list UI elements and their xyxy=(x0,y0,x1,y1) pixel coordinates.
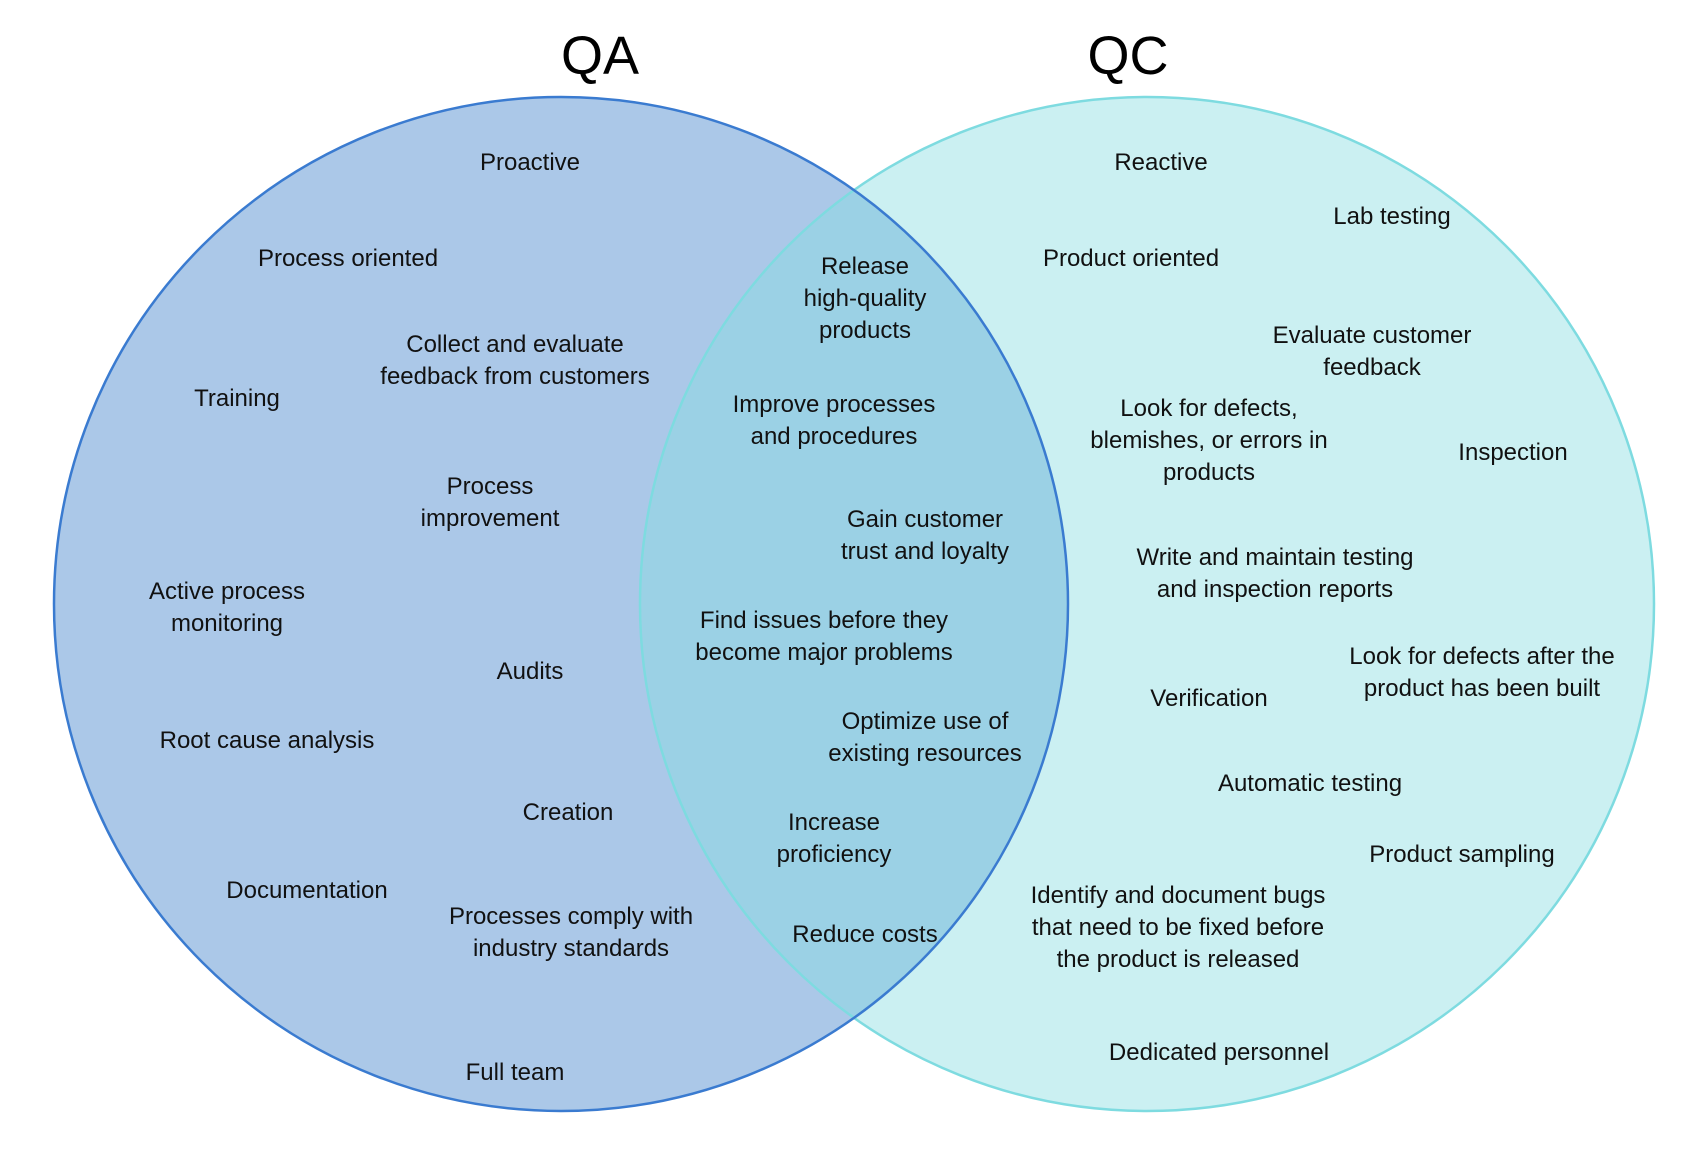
label-line: trust and loyalty xyxy=(840,538,1010,565)
qc-item: Product sampling xyxy=(1369,839,1554,871)
shared-item: Optimize use of existing resources xyxy=(828,706,1021,770)
label-line: monitoring xyxy=(170,610,284,637)
qa-item: Training xyxy=(194,383,280,415)
shared-item: Find issues before they become major prob… xyxy=(695,605,952,669)
label-line: blemishes, or errors in xyxy=(1090,427,1328,454)
label-line: Lab testing xyxy=(1333,203,1451,230)
label-line: Processes comply with xyxy=(448,903,694,930)
label-line: Look for defects after the xyxy=(1349,643,1615,670)
venn-diagram: QA QC Proactive Process oriented Collect… xyxy=(0,0,1703,1155)
label-line: become major problems xyxy=(695,639,953,666)
qa-item: Audits xyxy=(497,656,564,688)
label-line: existing resources xyxy=(828,740,1022,767)
shared-item: Release high-quality products xyxy=(804,251,927,347)
label-line: Find issues before they xyxy=(699,607,949,634)
label-line: Reactive xyxy=(1114,149,1208,176)
qa-item: Collect and evaluate feedback from custom… xyxy=(380,329,649,393)
qc-item: Reactive xyxy=(1114,147,1207,179)
label-line: Dedicated personnel xyxy=(1108,1039,1330,1066)
label-line: Training xyxy=(194,385,280,412)
qc-item: Dedicated personnel xyxy=(1109,1037,1329,1069)
label-line: proficiency xyxy=(776,841,892,868)
label-line: Process xyxy=(446,473,534,500)
qc-item: Look for defects, blemishes, or errors in… xyxy=(1090,393,1327,489)
label-line: Gain customer xyxy=(846,506,1004,533)
label-line: Look for defects, xyxy=(1120,395,1298,422)
qc-item: Automatic testing xyxy=(1218,768,1402,800)
qa-item: Processes comply with industry standards xyxy=(449,901,693,965)
label-line: Release xyxy=(820,253,910,280)
label-line: Identify and document bugs xyxy=(1030,882,1326,909)
label-line: that need to be fixed before xyxy=(1031,914,1325,941)
label-line: Full team xyxy=(465,1059,565,1086)
qa-item: Process improvement xyxy=(421,471,560,535)
qc-item: Identify and document bugs that need to b… xyxy=(1031,880,1326,976)
shared-item: Reduce costs xyxy=(792,919,937,951)
label-line: Evaluate customer xyxy=(1272,322,1472,349)
qc-item: Write and maintain testing and inspection… xyxy=(1136,542,1413,606)
qc-item: Verification xyxy=(1150,683,1267,715)
qa-item: Documentation xyxy=(226,875,387,907)
qa-item: Root cause analysis xyxy=(160,725,375,757)
qc-item: Evaluate customer feedback xyxy=(1273,320,1472,384)
label-line: Creation xyxy=(522,799,614,826)
qc-title: QC xyxy=(1087,26,1169,86)
qa-item: Active process monitoring xyxy=(149,576,305,640)
label-line: Optimize use of xyxy=(841,708,1009,735)
label-line: and inspection reports xyxy=(1156,576,1394,603)
label-line: Audits xyxy=(496,658,564,685)
label-line: Improve processes xyxy=(732,391,936,418)
label-line: products xyxy=(818,317,912,344)
qc-item: Lab testing xyxy=(1333,201,1450,233)
shared-item: Increase proficiency xyxy=(777,807,892,871)
label-line: feedback from customers xyxy=(380,363,650,390)
label-line: Documentation xyxy=(226,877,388,904)
label-line: improvement xyxy=(420,505,560,532)
label-line: Verification xyxy=(1150,685,1268,712)
label-line: Write and maintain testing xyxy=(1136,544,1414,571)
label-line: industry standards xyxy=(472,935,670,962)
label-line: Reduce costs xyxy=(792,921,938,948)
label-line: Root cause analysis xyxy=(159,727,375,754)
qa-item: Creation xyxy=(523,797,614,829)
shared-item: Improve processes and procedures xyxy=(733,389,936,453)
label-line: and procedures xyxy=(750,423,918,450)
label-line: high-quality xyxy=(803,285,927,312)
label-line: Active process xyxy=(148,578,306,605)
label-line: Process oriented xyxy=(257,245,439,272)
label-line: Automatic testing xyxy=(1217,770,1403,797)
shared-item: Gain customer trust and loyalty xyxy=(841,504,1009,568)
qa-item: Process oriented xyxy=(258,243,438,275)
label-line: product has been built xyxy=(1363,675,1601,702)
label-line: Increase xyxy=(787,809,881,836)
label-line: Product oriented xyxy=(1042,245,1220,272)
qa-item: Full team xyxy=(466,1057,565,1089)
label-line: the product is released xyxy=(1056,946,1300,973)
label-line: Product sampling xyxy=(1369,841,1555,868)
qa-title: QA xyxy=(560,26,640,86)
label-line: Proactive xyxy=(479,149,581,176)
qc-item: Look for defects after the product has be… xyxy=(1349,641,1615,705)
label-line: feedback xyxy=(1323,354,1421,381)
qc-item: Inspection xyxy=(1458,437,1567,469)
label-line: Collect and evaluate xyxy=(406,331,624,358)
qc-item: Product oriented xyxy=(1043,243,1219,275)
label-line: products xyxy=(1162,459,1256,486)
label-line: Inspection xyxy=(1458,439,1568,466)
qa-item: Proactive xyxy=(480,147,580,179)
